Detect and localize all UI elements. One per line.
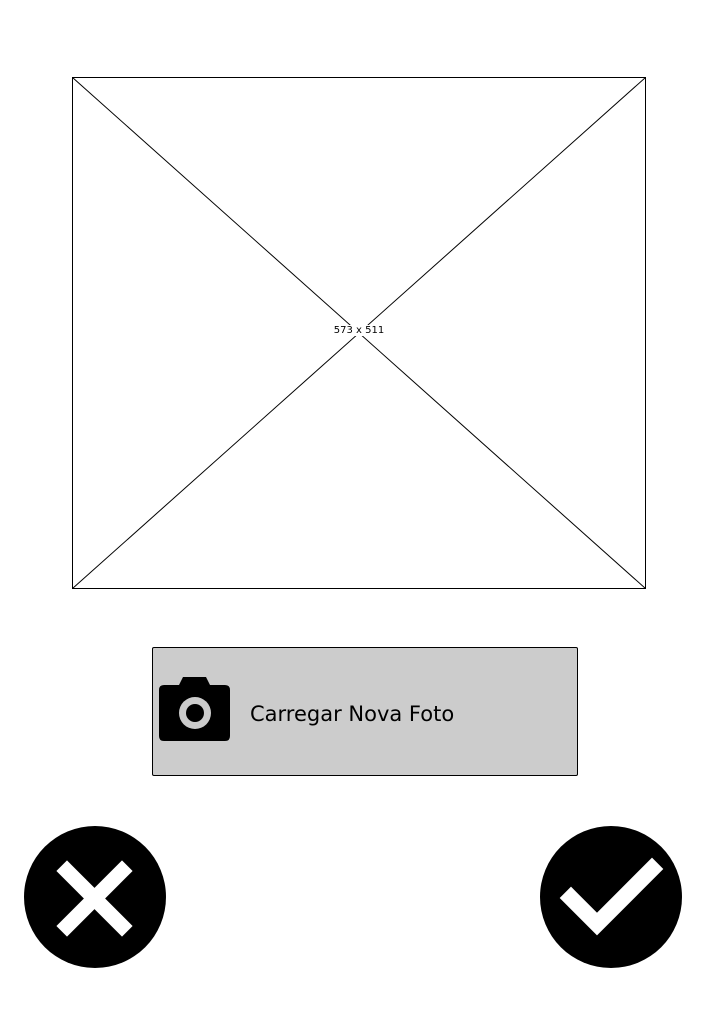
upload-button-label: Carregar Nova Foto [250, 702, 455, 726]
check-icon [559, 857, 664, 936]
cancel-button[interactable] [24, 826, 166, 968]
confirm-button[interactable] [540, 826, 682, 968]
image-placeholder: 573 x 511 [72, 77, 646, 589]
upload-new-photo-button[interactable]: Carregar Nova Foto [152, 647, 578, 776]
camera-icon [159, 677, 230, 741]
image-dimensions-label: 573 x 511 [332, 325, 386, 336]
close-icon [56, 860, 133, 937]
